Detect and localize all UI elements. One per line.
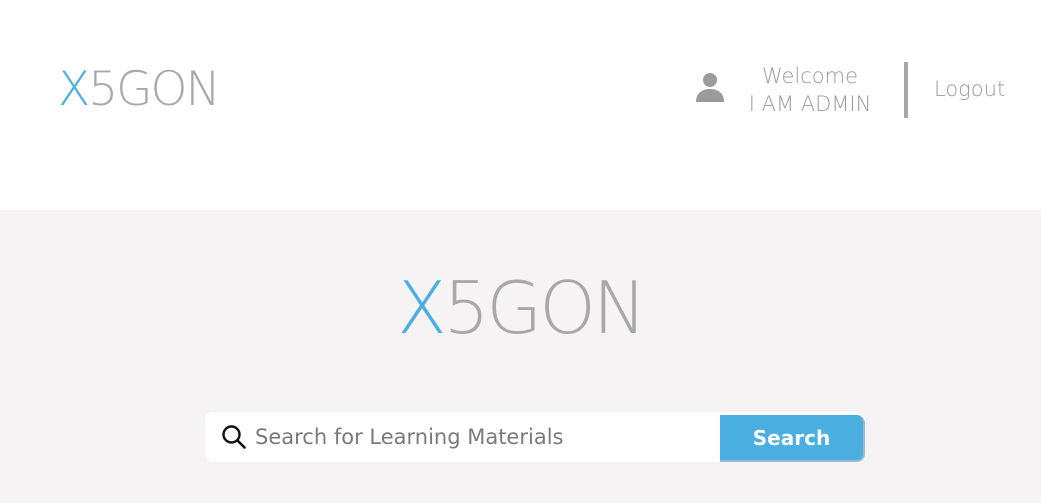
hero-logo-accent: X [397, 266, 446, 350]
logo-accent: X [58, 62, 90, 117]
search-input[interactable] [255, 417, 715, 457]
header-divider [904, 62, 908, 118]
search-button[interactable]: Search [720, 415, 865, 462]
username-label: I AM ADMIN [748, 92, 872, 116]
user-icon [695, 72, 725, 102]
hero-logo: X5GON [0, 266, 1041, 350]
search-hero: X5GON Search [0, 210, 1041, 503]
logo-text: 5GON [88, 62, 220, 117]
welcome-block: Welcome I AM ADMIN [735, 62, 885, 118]
welcome-label: Welcome [761, 64, 859, 88]
logout-link[interactable]: Logout [934, 74, 1005, 104]
search-bar: Search [205, 412, 865, 462]
hero-logo-text: 5GON [443, 266, 647, 350]
header-logo[interactable]: X5GON [58, 62, 221, 118]
top-header: X5GON Welcome I AM ADMIN Logout [0, 0, 1041, 210]
search-icon [221, 424, 247, 450]
